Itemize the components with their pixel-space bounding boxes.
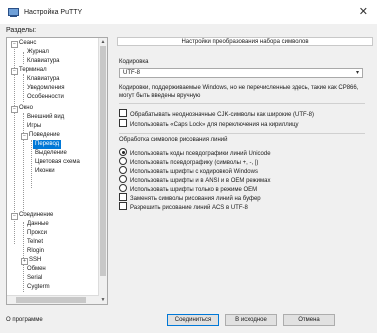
tree-item-selection[interactable]: Выделение: [35, 149, 67, 158]
tree-item-data[interactable]: Данные: [27, 220, 49, 229]
window-title: Настройка PuTTY: [24, 8, 83, 16]
tree-item-translation[interactable]: Перевод: [33, 140, 62, 149]
category-label: Разделы:: [6, 27, 37, 34]
tree-toggle-icon[interactable]: −: [11, 68, 18, 75]
encoding-value: UTF-8: [123, 70, 140, 76]
line-drawing-label: Обработка символов рисования линий: [119, 137, 228, 143]
scroll-thumb[interactable]: [100, 46, 106, 276]
tree-item-appearance[interactable]: Внешний вид: [27, 113, 64, 122]
radio-button[interactable]: [119, 175, 127, 183]
scroll-down-icon[interactable]: ▼: [99, 296, 107, 304]
tree-item-games[interactable]: Игры: [27, 122, 41, 131]
checkbox-box[interactable]: [119, 193, 127, 201]
tree-item-rlogin[interactable]: Rlogin: [27, 247, 44, 256]
tree-horizontal-scrollbar[interactable]: [7, 295, 99, 304]
checkbox-cjk-wide[interactable]: Обрабатывать неоднозначные CJK-символы к…: [119, 109, 314, 118]
hscroll-thumb[interactable]: [16, 297, 86, 303]
checkbox-box[interactable]: [119, 109, 127, 117]
tree-item-keyboard[interactable]: Клавиатура: [27, 75, 60, 84]
divider: [119, 133, 365, 134]
tree-item-behaviour[interactable]: Поведение: [29, 131, 60, 140]
about-button[interactable]: О программе: [6, 314, 46, 326]
title-bar: Настройка PuTTY ✕: [0, 0, 377, 24]
radio-poor-man[interactable]: Использовать псевдографику (символы +, -…: [119, 157, 258, 166]
encoding-select[interactable]: UTF-8 ▾: [119, 68, 363, 78]
connect-button[interactable]: Соединиться: [167, 314, 219, 326]
default-button[interactable]: В исходное: [225, 314, 277, 326]
tree-item-connection[interactable]: Соединение: [19, 211, 53, 220]
tree-item-proxy[interactable]: Прокси: [27, 229, 47, 238]
radio-button[interactable]: [119, 166, 127, 174]
scroll-up-icon[interactable]: ▲: [99, 38, 107, 46]
radio-oem-only[interactable]: Использовать шрифты только в режиме OEM: [119, 184, 257, 193]
tree-item-cygterm[interactable]: Cygterm: [27, 283, 50, 292]
tree-item-window[interactable]: Окно: [19, 104, 33, 113]
encoding-label: Кодировка: [119, 59, 149, 65]
radio-unicode-line-drawing[interactable]: Использовать коды псевдографики линий Un…: [119, 148, 271, 157]
radio-button[interactable]: [119, 148, 127, 156]
close-icon[interactable]: ✕: [359, 5, 368, 18]
tree-item-logging[interactable]: Журнал: [27, 48, 49, 57]
tree-item-colours[interactable]: Цветовая схема: [35, 158, 80, 167]
tree-item-keyboard-session[interactable]: Клавиатура: [27, 57, 60, 66]
checkbox-capslock-cyrillic[interactable]: Использовать «Caps Lock» для переключени…: [119, 119, 299, 128]
radio-xwindows-encoding[interactable]: Использовать шрифты с кодировкой Windows: [119, 166, 258, 175]
radio-button[interactable]: [119, 184, 127, 192]
checkbox-copy-lines[interactable]: Заменять символы рисования линий на буфе…: [119, 193, 261, 202]
tree-item-icons[interactable]: Иконки: [35, 167, 55, 176]
chevron-down-icon[interactable]: ▾: [356, 69, 359, 77]
checkbox-box[interactable]: [119, 119, 127, 127]
tree-item-bell[interactable]: Уведомления: [27, 84, 65, 93]
tree-item-session[interactable]: Сеанс: [19, 39, 36, 48]
category-tree[interactable]: − Сеанс Журнал Клавиатура − Терминал Кла…: [6, 37, 108, 305]
encoding-note: Кодировки, поддерживаемые Windows, но не…: [119, 85, 359, 99]
tree-item-serial[interactable]: Serial: [27, 274, 42, 283]
divider: [119, 103, 365, 104]
tree-item-ssh[interactable]: SSH: [29, 256, 41, 265]
radio-ansi-oem[interactable]: Использовать шрифты и в ANSI и в OEM реж…: [119, 175, 271, 184]
tree-item-telnet[interactable]: Telnet: [27, 238, 43, 247]
tree-toggle-icon[interactable]: −: [21, 133, 28, 140]
tree-toggle-icon[interactable]: −: [11, 213, 18, 220]
tree-toggle-icon[interactable]: +: [21, 258, 28, 265]
checkbox-acs-utf8[interactable]: Разрешить рисование линий ACS в UTF-8: [119, 202, 248, 211]
cancel-button[interactable]: Отмена: [283, 314, 335, 326]
tree-item-features[interactable]: Особенности: [27, 93, 64, 102]
tree-item-terminal[interactable]: Терминал: [19, 66, 47, 75]
checkbox-box[interactable]: [119, 202, 127, 210]
tree-item-exchange[interactable]: Обмен: [27, 265, 46, 274]
tree-toggle-icon[interactable]: −: [11, 41, 18, 48]
panel-banner: Настройки преобразования набора символов: [117, 37, 373, 46]
radio-button[interactable]: [119, 157, 127, 165]
tree-toggle-icon[interactable]: −: [11, 106, 18, 113]
translation-panel: Настройки преобразования набора символов…: [117, 37, 373, 305]
tree-vertical-scrollbar[interactable]: ▲ ▼: [98, 38, 107, 304]
putty-app-icon: [8, 7, 19, 17]
